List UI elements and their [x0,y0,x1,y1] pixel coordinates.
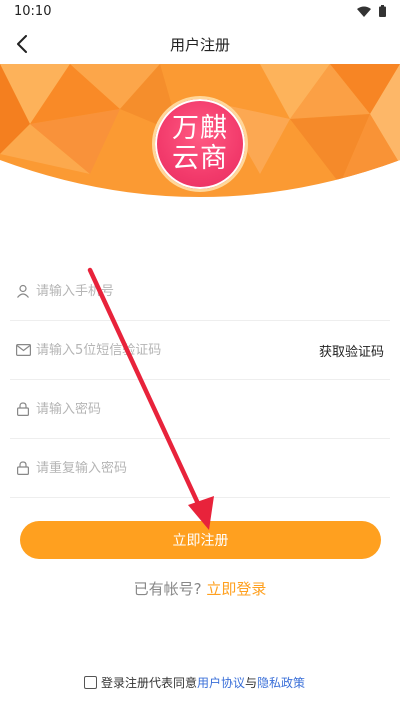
agreement-row: 登录注册代表同意 用户协议 与 隐私政策 [84,674,305,691]
wifi-icon [357,6,371,17]
lock-icon [12,457,34,479]
get-code-button[interactable]: 获取验证码 [319,341,384,360]
mail-icon [12,339,34,361]
page-title: 用户注册 [169,36,230,54]
status-icons [357,5,386,17]
confirm-password-row [10,439,390,498]
register-button[interactable]: 立即注册 [20,521,381,559]
battery-icon [379,5,386,17]
login-question: 已有帐号? [133,580,202,598]
logo-text-line2: 云商 [172,143,228,174]
agreement-text: 登录注册代表同意 [101,676,198,690]
password-row [10,380,390,439]
agreement-checkbox[interactable] [84,676,97,689]
app-logo: 万麒 云商 [152,96,248,192]
sms-row: 获取验证码 [10,321,390,380]
nav-bar: 用户注册 [0,24,400,64]
confirm-password-input[interactable] [36,460,296,476]
logo-text-line1: 万麒 [172,113,228,144]
phone-input[interactable] [36,283,296,299]
register-form: 获取验证码 [10,262,390,498]
phone-row [10,262,390,321]
user-agreement-link[interactable]: 用户协议 [197,674,245,691]
login-link[interactable]: 立即登录 [206,580,266,598]
status-time: 10:10 [14,4,52,19]
lock-icon [12,398,34,420]
login-prompt: 已有帐号? 立即登录 [0,578,400,599]
agreement-and: 与 [245,676,258,690]
sms-code-input[interactable] [36,342,296,358]
status-bar: 10:10 [0,0,400,24]
user-icon [12,280,34,302]
privacy-policy-link[interactable]: 隐私政策 [257,674,305,691]
password-input[interactable] [36,401,296,417]
